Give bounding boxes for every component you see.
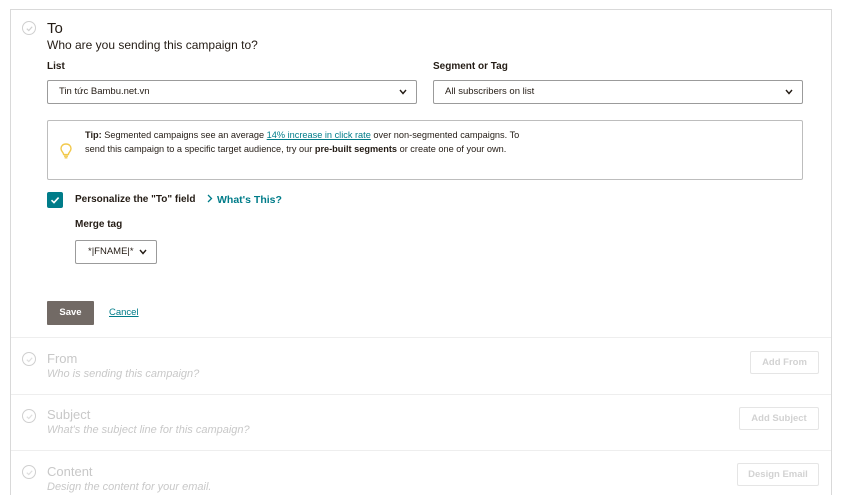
from-section-title: From bbox=[47, 351, 78, 366]
pre-built-segments-text: pre-built segments bbox=[314, 143, 398, 154]
list-select-value: Tin tức Bambu.net.vn bbox=[59, 86, 150, 97]
list-label: List bbox=[47, 61, 65, 72]
content-section: Content Design the content for your emai… bbox=[11, 450, 831, 495]
add-from-button[interactable]: Add From bbox=[750, 351, 819, 374]
checkmark-icon bbox=[50, 197, 60, 204]
merge-tag-label: Merge tag bbox=[75, 219, 123, 230]
cancel-link[interactable]: Cancel bbox=[109, 307, 139, 318]
check-circle-icon bbox=[22, 465, 36, 479]
subject-section: Subject What's the subject line for this… bbox=[11, 394, 831, 450]
content-section-subtitle: Design the content for your email. bbox=[47, 481, 212, 493]
tip-text: Tip: Segmented campaigns see an average … bbox=[85, 129, 525, 156]
whats-this-link[interactable]: What's This? bbox=[207, 194, 282, 206]
lightbulb-icon bbox=[60, 143, 72, 164]
tip-prefix: Tip: bbox=[85, 130, 102, 140]
tip-text-part1: Segmented campaigns see an average bbox=[101, 130, 267, 140]
click-rate-link[interactable]: 14% increase in click rate bbox=[267, 130, 371, 140]
segment-select-value: All subscribers on list bbox=[445, 86, 535, 97]
from-section-subtitle: Who is sending this campaign? bbox=[47, 368, 200, 380]
segment-label: Segment or Tag bbox=[433, 61, 508, 72]
design-email-button[interactable]: Design Email bbox=[737, 463, 819, 486]
subject-section-title: Subject bbox=[47, 407, 91, 422]
merge-tag-select[interactable]: *|FNAME|* bbox=[75, 240, 157, 264]
check-circle-icon bbox=[22, 352, 36, 366]
content-section-title: Content bbox=[47, 464, 93, 479]
save-button[interactable]: Save bbox=[47, 301, 94, 325]
check-circle-icon bbox=[22, 409, 36, 423]
merge-tag-value: *|FNAME|* bbox=[88, 246, 134, 257]
whats-this-label: What's This? bbox=[217, 194, 282, 206]
from-section: From Who is sending this campaign? Add F… bbox=[11, 337, 831, 394]
to-section-title: To bbox=[47, 20, 63, 37]
check-circle-icon bbox=[22, 21, 36, 35]
segment-tip-box: Tip: Segmented campaigns see an average … bbox=[47, 120, 803, 180]
segment-select[interactable]: All subscribers on list bbox=[433, 80, 803, 104]
add-subject-button[interactable]: Add Subject bbox=[739, 407, 819, 430]
list-select[interactable]: Tin tức Bambu.net.vn bbox=[47, 80, 417, 104]
personalize-to-label: Personalize the "To" field bbox=[75, 194, 196, 205]
tip-text-part3: or create one of your own. bbox=[397, 143, 507, 154]
personalize-to-checkbox[interactable] bbox=[47, 192, 63, 208]
subject-section-subtitle: What's the subject line for this campaig… bbox=[47, 424, 250, 436]
to-section-subtitle: Who are you sending this campaign to? bbox=[47, 38, 258, 52]
chevron-right-icon bbox=[207, 194, 213, 206]
